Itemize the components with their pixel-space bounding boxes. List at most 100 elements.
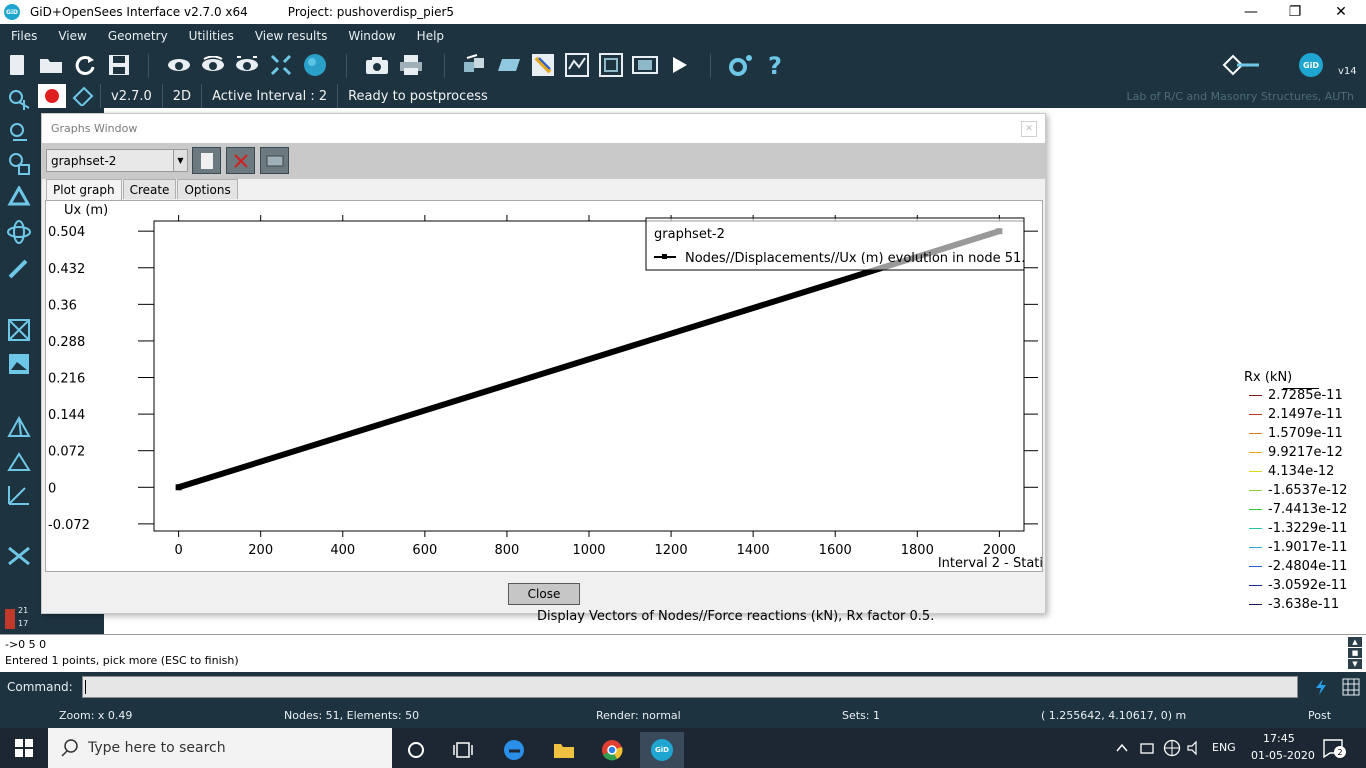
windows-start-icon[interactable] <box>0 728 48 768</box>
counts-status: Nodes: 51, Elements: 50 <box>284 709 420 722</box>
orbit-icon[interactable] <box>5 218 33 246</box>
clock-date[interactable]: 01-05-2020 <box>1251 749 1315 762</box>
zoom-frame-icon[interactable] <box>268 52 294 78</box>
mesh-box-icon[interactable] <box>5 316 33 344</box>
menu-files[interactable]: Files <box>11 29 37 43</box>
recycle-icon[interactable] <box>5 184 33 212</box>
frame-view-icon[interactable] <box>598 52 624 78</box>
rx-legend-swatch <box>1249 528 1262 529</box>
clock-time[interactable]: 17:45 <box>1263 732 1295 745</box>
restore-button[interactable]: ❐ <box>1272 0 1318 24</box>
print-icon[interactable] <box>398 52 424 78</box>
graphs-window-close-icon[interactable]: ✕ <box>1021 121 1037 137</box>
notification-icon[interactable]: 2 <box>1322 737 1346 759</box>
pointer-arrow-icon[interactable] <box>1220 52 1262 78</box>
globe-icon[interactable] <box>1163 739 1181 757</box>
new-graph-button[interactable] <box>192 147 221 174</box>
vector-angle-icon[interactable] <box>5 480 33 508</box>
rx-legend: Rx (kN) 2.7285e-11 2.1497e-11 1.5709e-11 9.… <box>1243 370 1353 614</box>
help-question-icon[interactable]: ? <box>762 52 788 78</box>
active-interval-label: Active Interval : 2 <box>201 84 337 108</box>
graphset-select[interactable]: graphset-2 ▼ <box>46 149 188 172</box>
plot-area[interactable]: 0.504 0.432 0.36 0.288 0.216 0.144 0.072 0 -0.07… <box>45 200 1043 572</box>
tab-options[interactable]: Options <box>177 179 238 199</box>
rotate-view-icon[interactable] <box>200 52 226 78</box>
menu-utilities[interactable]: Utilities <box>189 29 234 43</box>
measure-pen-icon[interactable] <box>5 254 33 282</box>
gid-taskbar-icon[interactable]: GiD <box>640 732 684 768</box>
rx-legend-swatch <box>1249 566 1262 567</box>
scroll-down-icon[interactable]: ▼ <box>1348 659 1362 669</box>
graph-icon[interactable] <box>564 52 590 78</box>
edge-browser-icon[interactable] <box>492 732 536 768</box>
y-tick-label: 0.36 <box>48 298 77 313</box>
search-point-icon[interactable] <box>5 118 33 146</box>
lightning-icon[interactable] <box>1312 678 1330 696</box>
console-scrollbar[interactable]: ▲ ■ ▼ <box>1348 637 1362 671</box>
render-sphere-icon[interactable] <box>302 52 328 78</box>
command-input[interactable] <box>82 676 1298 698</box>
chrome-browser-icon[interactable] <box>590 732 634 768</box>
app-title: GiD+OpenSees Interface v2.7.0 x64 <box>30 5 248 19</box>
rx-legend-label: -7.4413e-12 <box>1268 502 1348 517</box>
series-point <box>175 484 182 491</box>
cut-scissors-icon[interactable] <box>5 542 33 570</box>
scroll-middle-icon[interactable]: ■ <box>1348 648 1362 658</box>
play-icon[interactable] <box>666 52 692 78</box>
preprocess-icon[interactable] <box>462 52 488 78</box>
settings-gear-icon[interactable] <box>728 52 754 78</box>
language-indicator[interactable]: ENG <box>1212 741 1236 754</box>
tab-create[interactable]: Create <box>122 179 177 199</box>
graphs-window-titlebar[interactable]: Graphs Window ✕ <box>42 114 1045 143</box>
layers-icon[interactable] <box>496 52 522 78</box>
tab-plot-graph[interactable]: Plot graph <box>46 179 122 200</box>
y-tick-label: 0.288 <box>48 335 85 350</box>
chevron-down-icon[interactable]: ▼ <box>173 150 187 171</box>
volume-icon[interactable] <box>1186 740 1204 756</box>
network-icon[interactable] <box>1139 740 1157 756</box>
contour-fill-icon[interactable] <box>530 52 556 78</box>
close-button[interactable]: ✕ <box>1318 0 1364 24</box>
taskbar-search[interactable]: Type here to search <box>48 728 392 768</box>
export-graph-button[interactable] <box>260 147 289 174</box>
x-tick-label: 1400 <box>737 543 770 558</box>
y-tick-label: 0.504 <box>48 225 85 240</box>
find-square-icon[interactable] <box>5 150 33 178</box>
camera-icon[interactable] <box>364 52 390 78</box>
menu-help[interactable]: Help <box>417 29 444 43</box>
rx-legend-swatch <box>1249 604 1262 605</box>
refresh-icon[interactable] <box>72 52 98 78</box>
animation-film-icon[interactable] <box>632 52 658 78</box>
task-view-icon[interactable] <box>441 732 485 768</box>
zoom-eye-icon[interactable] <box>234 52 260 78</box>
rx-legend-label: 2.7285e-11 <box>1268 388 1343 403</box>
create-point-icon[interactable] <box>5 86 33 114</box>
close-button[interactable]: Close <box>508 583 580 605</box>
rx-legend-swatch <box>1249 414 1262 415</box>
surface-image-icon[interactable] <box>5 350 33 378</box>
file-explorer-icon[interactable] <box>542 732 586 768</box>
minimize-button[interactable]: — <box>1228 0 1274 24</box>
export-icon <box>266 155 283 166</box>
view-eye-icon[interactable] <box>166 52 192 78</box>
notification-count: 2 <box>1334 746 1346 758</box>
grid-icon[interactable] <box>1342 678 1360 696</box>
tetra-icon[interactable] <box>5 414 33 442</box>
open-folder-icon[interactable] <box>38 52 64 78</box>
cortana-circle-icon[interactable] <box>394 732 438 768</box>
x-axis-label: Interval 2 - Static <box>938 556 1042 571</box>
menu-view-results[interactable]: View results <box>255 29 328 43</box>
record-icon[interactable] <box>38 84 66 108</box>
new-file-icon[interactable] <box>4 52 30 78</box>
triangle-icon[interactable] <box>5 448 33 476</box>
menu-view[interactable]: View <box>58 29 86 43</box>
x-tick-label: 600 <box>412 543 437 558</box>
left-toolbar: 21 17 <box>0 84 38 634</box>
scroll-up-icon[interactable]: ▲ <box>1348 637 1362 647</box>
chevron-up-icon[interactable] <box>1115 741 1129 755</box>
menu-geometry[interactable]: Geometry <box>108 29 168 43</box>
eraser-icon[interactable] <box>66 84 100 108</box>
save-icon[interactable] <box>106 52 132 78</box>
delete-graph-button[interactable] <box>226 147 255 174</box>
menu-window[interactable]: Window <box>348 29 395 43</box>
